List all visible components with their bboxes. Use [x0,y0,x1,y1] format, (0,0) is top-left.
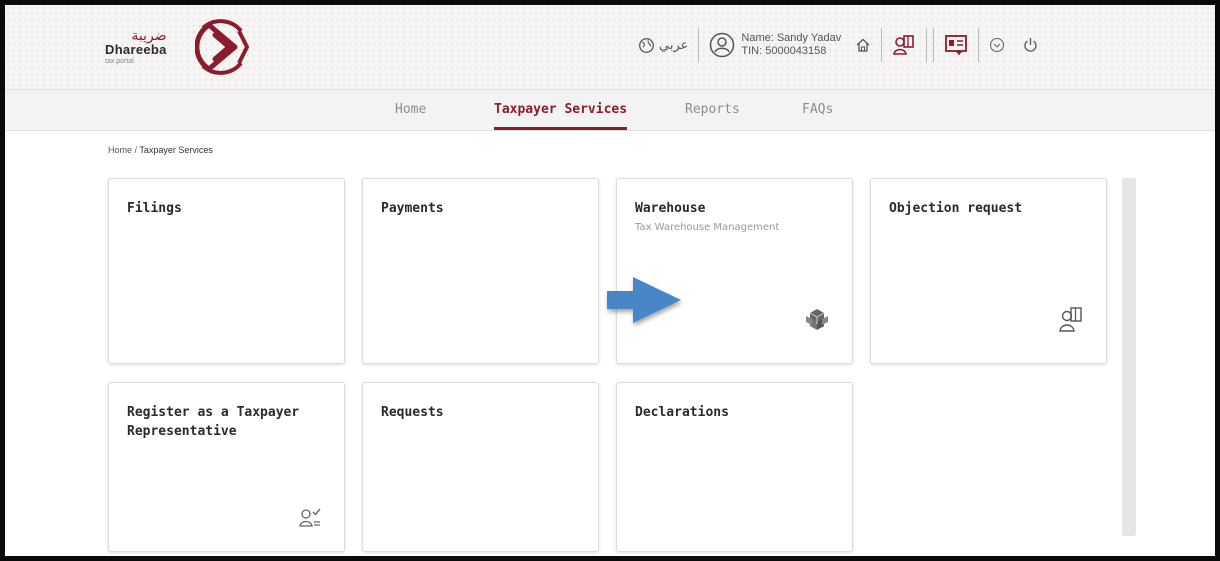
header-divider [978,28,980,62]
nav-taxpayer-services[interactable]: Taxpayer Services [494,90,628,130]
user-toolbar: عربي Name: Sandy Yadav TIN: 5000043158 [638,25,1038,65]
id-card-icon[interactable] [944,34,968,56]
main-nav: Home Taxpayer Services Reports FAQs [5,89,1215,131]
header-divider [926,28,928,62]
dhareeba-logo-mark-icon [195,19,249,75]
user-check-icon [298,505,322,533]
breadcrumb-current: Taxpayer Services [139,145,213,155]
screenshot-frame: ضريبة Dhareeba tax portal عربي Name: San… [0,0,1220,561]
card-title: Payments [381,201,444,216]
breadcrumb-home[interactable]: Home [108,145,132,155]
card-objection-request[interactable]: Objection request [870,178,1107,364]
card-filings[interactable]: Filings [108,178,345,364]
page-scrollbar[interactable] [1122,178,1136,536]
user-name: Name: Sandy Yadav [741,32,842,44]
header-divider [698,28,700,62]
card-declarations[interactable]: Declarations [616,382,853,552]
home-icon[interactable] [855,37,871,53]
language-switch[interactable]: عربي [638,37,688,54]
card-title: Warehouse [635,201,706,216]
globe-icon [638,37,655,54]
card-title: Filings [127,201,182,216]
taxpayer-representative-icon[interactable] [892,33,916,57]
nav-home[interactable]: Home [395,90,426,130]
card-requests[interactable]: Requests [362,382,599,552]
logo-subtitle: tax portal [105,57,134,65]
card-title: Objection request [889,201,1023,216]
user-tin: TIN: 5000043158 [741,45,827,57]
nav-reports[interactable]: Reports [685,90,740,130]
top-header: ضريبة Dhareeba tax portal عربي Name: San… [5,5,1215,89]
header-divider [933,28,935,62]
card-title: Register as a Taxpayer Representative [127,405,300,439]
user-info: Name: Sandy Yadav TIN: 5000043158 [741,32,841,58]
language-label: عربي [659,37,689,53]
breadcrumb: Home / Taxpayer Services [108,145,213,155]
card-title: Requests [381,405,444,420]
card-payments[interactable]: Payments [362,178,599,364]
objection-request-icon [1058,305,1084,337]
warehouse-cubes-icon [804,307,830,337]
card-title: Declarations [635,405,729,420]
nav-faqs[interactable]: FAQs [802,90,833,130]
logo-arabic: ضريبة [131,27,167,44]
logo-text: ضريبة Dhareeba tax portal [105,29,193,66]
user-circle-icon[interactable] [709,32,735,58]
card-subtitle: Tax Warehouse Management [635,222,780,233]
power-icon[interactable] [1023,37,1038,53]
logo-name: Dhareeba [105,41,167,57]
card-register-taxpayer-representative[interactable]: Register as a Taxpayer Representative [108,382,345,552]
header-divider [881,28,883,62]
chevron-down-icon[interactable] [989,37,1005,53]
card-warehouse[interactable]: Warehouse Tax Warehouse Management [616,178,853,364]
dhareeba-logo[interactable]: ضريبة Dhareeba tax portal [105,19,249,75]
pointer-arrow-icon [607,277,681,323]
